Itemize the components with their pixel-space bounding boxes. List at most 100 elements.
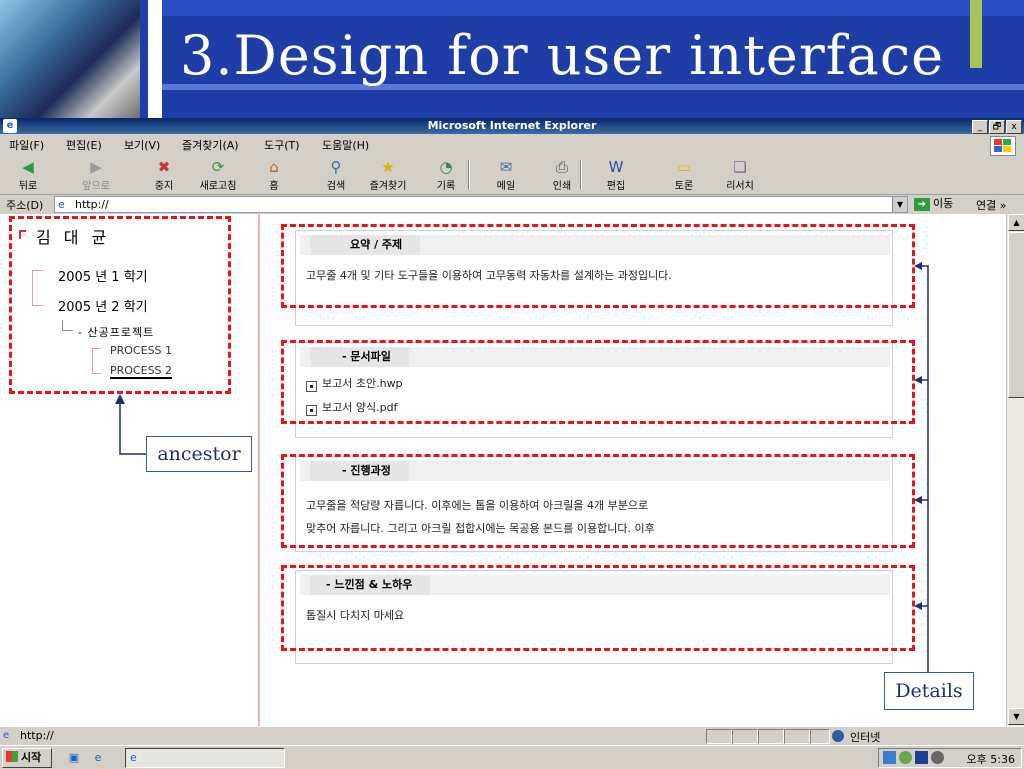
toolbar-history-button[interactable]: ◔ 기록 xyxy=(422,158,470,192)
favorites-star-icon: ★ xyxy=(381,158,395,176)
toolbar-separator xyxy=(580,160,582,190)
restore-button[interactable]: 🗗 xyxy=(989,120,1005,134)
status-text: http:// xyxy=(20,729,54,742)
address-input[interactable]: e http:// ▼ xyxy=(54,196,908,213)
mail-icon: ✉ xyxy=(499,158,513,176)
toolbar-stop-button[interactable]: ✖ 중지 xyxy=(140,158,188,192)
quicklaunch-ie-icon[interactable]: e xyxy=(90,750,106,765)
toolbar-mail-button[interactable]: ✉ 메일 xyxy=(482,158,530,192)
vertical-scrollbar[interactable]: ▲ ▼ xyxy=(1006,214,1024,726)
toolbar-home-button[interactable]: ⌂ 홈 xyxy=(250,158,298,192)
toolbar-button-label: 앞으로 xyxy=(82,181,110,192)
menu-file[interactable]: 파일(F) xyxy=(9,137,44,153)
forward-arrow-icon: ▶ xyxy=(90,158,102,176)
start-button[interactable]: 시작 xyxy=(2,748,52,768)
stop-icon: ✖ xyxy=(157,158,171,176)
taskbar-window-ie[interactable]: e xyxy=(125,748,285,768)
menu-view[interactable]: 보기(V) xyxy=(124,137,160,153)
go-arrow-icon: ➔ xyxy=(914,197,930,211)
tray-volume-icon[interactable] xyxy=(931,751,944,764)
toolbar: ◀ 뒤로 ▶ 앞으로 ✖ 중지 ⟳ 새로고침 ⌂ 홈 ⚲ 검색 ★ 즐겨찾기 ◔ 기록 ✉ 메일 ⎙ 인쇄 W 편집 ▭ 토론… xyxy=(0,156,1024,195)
details-callout: Details xyxy=(884,672,974,710)
go-label: 이동 xyxy=(933,197,954,210)
toolbar-button-label: 즐겨찾기 xyxy=(369,181,407,192)
taskbar-clock: 오후 5:36 xyxy=(966,753,1015,766)
toolbar-button-label: 검색 xyxy=(326,181,346,192)
menu-bar: 파일(F) 편집(E) 보기(V) 즐겨찾기(A) 도구(T) 도움말(H) xyxy=(0,134,1024,157)
windows-logo-icon xyxy=(990,136,1016,156)
scroll-thumb[interactable] xyxy=(1008,232,1024,398)
discuss-icon: ▭ xyxy=(676,158,692,176)
toolbar-print-button[interactable]: ⎙ 인쇄 xyxy=(538,158,586,192)
toolbar-button-label: 중지 xyxy=(154,181,174,192)
quicklaunch-desktop-icon[interactable]: ▣ xyxy=(66,750,82,765)
edit-icon: W xyxy=(608,158,624,176)
toolbar-edit-button[interactable]: W 편집 xyxy=(592,158,640,192)
toolbar-button-label: 기록 xyxy=(436,181,456,192)
slide-title: 3.Design for user interface xyxy=(180,24,945,87)
security-zone-label: 인터넷 xyxy=(850,731,881,744)
refresh-icon: ⟳ xyxy=(211,158,225,176)
address-dropdown-button[interactable]: ▼ xyxy=(892,197,907,212)
close-button[interactable]: x xyxy=(1006,120,1022,134)
header-stripe xyxy=(162,0,1024,16)
tray-network-icon[interactable] xyxy=(883,751,896,764)
page-icon: e xyxy=(3,730,10,741)
home-icon: ⌂ xyxy=(269,158,279,176)
header-accent-bar xyxy=(970,0,982,68)
toolbar-refresh-button[interactable]: ⟳ 새로고침 xyxy=(194,158,242,192)
status-cell xyxy=(784,729,810,744)
status-cell xyxy=(706,729,732,744)
back-arrow-icon: ◀ xyxy=(22,158,34,176)
research-icon: ❏ xyxy=(733,158,747,176)
toolbar-discuss-button[interactable]: ▭ 토론 xyxy=(660,158,708,192)
menu-favorites[interactable]: 즐겨찾기(A) xyxy=(182,137,239,153)
toolbar-separator xyxy=(468,160,470,190)
window-titlebar[interactable]: e Microsoft Internet Explorer _ 🗗 x xyxy=(0,118,1024,134)
taskbar: 시작 ▣ e e 오후 5:36 xyxy=(0,745,1024,769)
toolbar-button-label: 새로고침 xyxy=(199,181,237,192)
windows-flag-icon xyxy=(6,751,18,762)
address-value: http:// xyxy=(75,198,109,211)
tray-monitor-icon[interactable] xyxy=(915,751,928,764)
toolbar-forward-arrow-button[interactable]: ▶ 앞으로 xyxy=(72,158,120,192)
status-cell xyxy=(810,729,830,744)
history-icon: ◔ xyxy=(439,158,453,176)
links-button[interactable]: 연결 » xyxy=(976,197,1006,213)
go-button[interactable]: ➔ 이동 xyxy=(914,196,968,212)
toolbar-button-label: 메일 xyxy=(496,181,516,192)
toolbar-button-label: 편집 xyxy=(606,181,626,192)
page-content: 김 대 균 2005 년 1 학기 2005 년 2 학기 - 산공프로젝트 P… xyxy=(0,214,1006,726)
toolbar-search-button[interactable]: ⚲ 검색 xyxy=(312,158,360,192)
internet-zone-globe-icon xyxy=(832,730,844,742)
address-label: 주소(D) xyxy=(6,199,44,212)
scroll-down-button[interactable]: ▼ xyxy=(1008,708,1024,725)
system-tray: 오후 5:36 xyxy=(878,748,1022,768)
toolbar-button-label: 홈 xyxy=(269,181,279,192)
toolbar-button-label: 뒤로 xyxy=(18,181,38,192)
address-bar: 주소(D) e http:// ▼ ➔ 이동 연결 » xyxy=(0,195,1024,215)
ancestor-callout: ancestor xyxy=(146,436,252,472)
minimize-button[interactable]: _ xyxy=(972,120,988,134)
toolbar-button-label: 인쇄 xyxy=(552,181,572,192)
toolbar-button-label: 토론 xyxy=(674,181,694,192)
toolbar-back-arrow-button[interactable]: ◀ 뒤로 xyxy=(4,158,52,192)
search-icon: ⚲ xyxy=(330,158,342,176)
toolbar-favorites-star-button[interactable]: ★ 즐겨찾기 xyxy=(364,158,412,192)
scroll-up-button[interactable]: ▲ xyxy=(1008,214,1024,231)
ie-window-icon: e xyxy=(130,751,137,764)
status-bar: e http:// 인터넷 xyxy=(0,726,1024,745)
menu-help[interactable]: 도움말(H) xyxy=(322,137,369,153)
tray-antivirus-icon[interactable] xyxy=(899,751,912,764)
window-title: Microsoft Internet Explorer xyxy=(427,119,597,132)
header-photo xyxy=(0,0,140,118)
slide-header: 3.Design for user interface xyxy=(0,0,1024,118)
print-icon: ⎙ xyxy=(555,158,568,176)
toolbar-button-label: 리서치 xyxy=(726,181,754,192)
menu-tools[interactable]: 도구(T) xyxy=(264,137,300,153)
page-icon: e xyxy=(58,198,65,211)
toolbar-research-button[interactable]: ❏ 리서치 xyxy=(716,158,764,192)
start-label: 시작 xyxy=(21,751,42,764)
menu-edit[interactable]: 편집(E) xyxy=(66,137,102,153)
status-cell xyxy=(732,729,758,744)
